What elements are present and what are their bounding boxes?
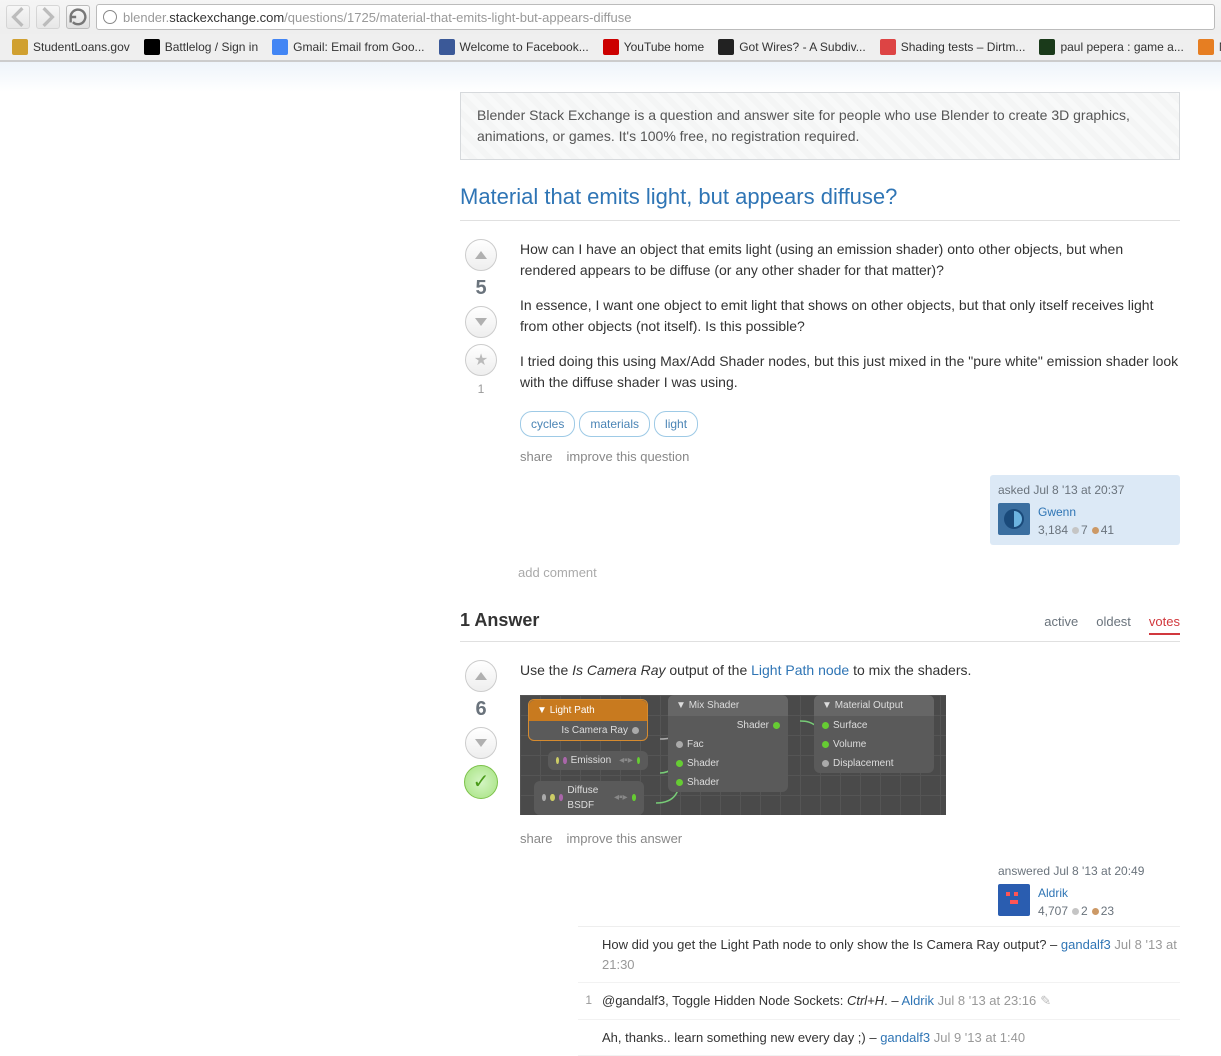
question-signature: asked Jul 8 '13 at 20:37 Gwenn 3,184741 xyxy=(990,475,1180,545)
comment-user-link[interactable]: gandalf3 xyxy=(880,1030,930,1045)
header-gradient xyxy=(0,62,1221,92)
comment-body: How did you get the Light Path node to o… xyxy=(602,935,1180,974)
bookmark-label: Shading tests – Dirtm... xyxy=(901,40,1026,54)
favorite-count: 1 xyxy=(478,382,485,396)
favorite-button[interactable]: ★ xyxy=(465,344,497,376)
bookmark-label: StudentLoans.gov xyxy=(33,40,130,54)
question-paragraph: In essence, I want one object to emit li… xyxy=(520,295,1180,337)
upvote-button[interactable] xyxy=(465,660,497,692)
back-button[interactable] xyxy=(6,5,30,29)
favicon xyxy=(439,39,455,55)
bookmark-item[interactable]: Battlelog / Sign in xyxy=(138,37,264,57)
answer-signature: answered Jul 8 '13 at 20:49 Aldrik 4,707… xyxy=(990,856,1180,926)
sort-active[interactable]: active xyxy=(1044,614,1078,635)
tag-list: cyclesmaterialslight xyxy=(520,411,1180,437)
pencil-icon: ✎ xyxy=(1040,993,1051,1008)
bookmark-label: Gmail: Email from Goo... xyxy=(293,40,424,54)
tag[interactable]: materials xyxy=(579,411,650,437)
share-link[interactable]: share xyxy=(520,829,553,849)
vote-score: 6 xyxy=(475,698,486,721)
question-paragraph: How can I have an object that emits ligh… xyxy=(520,239,1180,281)
reload-button[interactable] xyxy=(66,5,90,29)
favicon xyxy=(144,39,160,55)
favicon xyxy=(1198,39,1214,55)
bookmark-item[interactable]: paul pepera : game a... xyxy=(1033,37,1189,57)
globe-icon xyxy=(103,10,117,24)
improve-answer-link[interactable]: improve this answer xyxy=(567,829,683,849)
comment-user-link[interactable]: gandalf3 xyxy=(1061,937,1111,952)
bookmark-item[interactable]: Gmail: Email from Goo... xyxy=(266,37,430,57)
browser-chrome: blender.stackexchange.com/questions/1725… xyxy=(0,0,1221,62)
question-post: 5 ★ 1 How can I have an object that emit… xyxy=(460,239,1180,545)
bookmark-item[interactable]: Modo Cookie | Modo ... xyxy=(1192,37,1221,57)
url-bar[interactable]: blender.stackexchange.com/questions/1725… xyxy=(96,4,1215,30)
comment-time: Jul 8 '13 at 23:16 xyxy=(938,993,1037,1008)
tag[interactable]: light xyxy=(654,411,698,437)
bookmark-item[interactable]: StudentLoans.gov xyxy=(6,37,136,57)
favicon xyxy=(12,39,28,55)
url-text: blender.stackexchange.com/questions/1725… xyxy=(123,10,1208,25)
answer-post: 6 ✓ Use the Is Camera Ray output of the … xyxy=(460,660,1180,1056)
light-path-link[interactable]: Light Path node xyxy=(751,662,849,678)
sort-oldest[interactable]: oldest xyxy=(1096,614,1131,635)
bookmark-item[interactable]: Shading tests – Dirtm... xyxy=(874,37,1032,57)
favicon xyxy=(603,39,619,55)
user-rep: 3,184741 xyxy=(1038,521,1114,539)
site-blurb: Blender Stack Exchange is a question and… xyxy=(460,92,1180,160)
favicon xyxy=(272,39,288,55)
comment-body: @gandalf3, Toggle Hidden Node Sockets: C… xyxy=(602,991,1180,1011)
tag[interactable]: cycles xyxy=(520,411,575,437)
forward-button[interactable] xyxy=(36,5,60,29)
bookmark-label: Welcome to Facebook... xyxy=(460,40,589,54)
comment-list: How did you get the Light Path node to o… xyxy=(578,926,1180,1056)
favicon xyxy=(1039,39,1055,55)
comment-body: Ah, thanks.. learn something new every d… xyxy=(602,1028,1180,1048)
avatar[interactable] xyxy=(998,503,1030,535)
sort-tabs: active oldest votes xyxy=(1044,614,1180,635)
user-link[interactable]: Gwenn xyxy=(1038,503,1114,521)
bookmark-item[interactable]: YouTube home xyxy=(597,37,711,57)
bookmark-label: YouTube home xyxy=(624,40,705,54)
comment: 1 @gandalf3, Toggle Hidden Node Sockets: … xyxy=(578,983,1180,1020)
comment-score xyxy=(578,1028,592,1048)
comment: Ah, thanks.. learn something new every d… xyxy=(578,1020,1180,1056)
comment-score xyxy=(578,935,592,974)
question-title[interactable]: Material that emits light, but appears d… xyxy=(460,184,1180,210)
user-rep: 4,707223 xyxy=(1038,902,1114,920)
answered-time: answered Jul 8 '13 at 20:49 xyxy=(998,862,1172,880)
answer-paragraph: Use the Is Camera Ray output of the Ligh… xyxy=(520,660,1180,681)
sort-votes[interactable]: votes xyxy=(1149,614,1180,635)
bookmark-item[interactable]: Welcome to Facebook... xyxy=(433,37,595,57)
downvote-button[interactable] xyxy=(465,727,497,759)
favicon xyxy=(880,39,896,55)
comment-score: 1 xyxy=(578,991,592,1011)
downvote-button[interactable] xyxy=(465,306,497,338)
avatar[interactable] xyxy=(998,884,1030,916)
share-link[interactable]: share xyxy=(520,447,553,467)
user-link[interactable]: Aldrik xyxy=(1038,884,1114,902)
comment: How did you get the Light Path node to o… xyxy=(578,927,1180,983)
answers-count: 1 Answer xyxy=(460,610,539,631)
asked-time: asked Jul 8 '13 at 20:37 xyxy=(998,481,1172,499)
bookmark-label: Got Wires? - A Subdiv... xyxy=(739,40,866,54)
improve-question-link[interactable]: improve this question xyxy=(567,447,690,467)
node-graph-image: ▼ Light PathIs Camera Ray Emission◂▪▸ Di… xyxy=(520,695,946,815)
upvote-button[interactable] xyxy=(465,239,497,271)
comment-time: Jul 9 '13 at 1:40 xyxy=(934,1030,1025,1045)
add-comment-link[interactable]: add comment xyxy=(518,565,1180,580)
question-paragraph: I tried doing this using Max/Add Shader … xyxy=(520,351,1180,393)
favicon xyxy=(718,39,734,55)
accepted-check-icon: ✓ xyxy=(464,765,498,799)
bookmarks-bar: StudentLoans.gov Battlelog / Sign in Gmail… xyxy=(0,34,1221,61)
bookmark-label: paul pepera : game a... xyxy=(1060,40,1183,54)
comment-user-link[interactable]: Aldrik xyxy=(902,993,935,1008)
bookmark-label: Battlelog / Sign in xyxy=(165,40,258,54)
vote-score: 5 xyxy=(475,277,486,300)
bookmark-item[interactable]: Got Wires? - A Subdiv... xyxy=(712,37,872,57)
